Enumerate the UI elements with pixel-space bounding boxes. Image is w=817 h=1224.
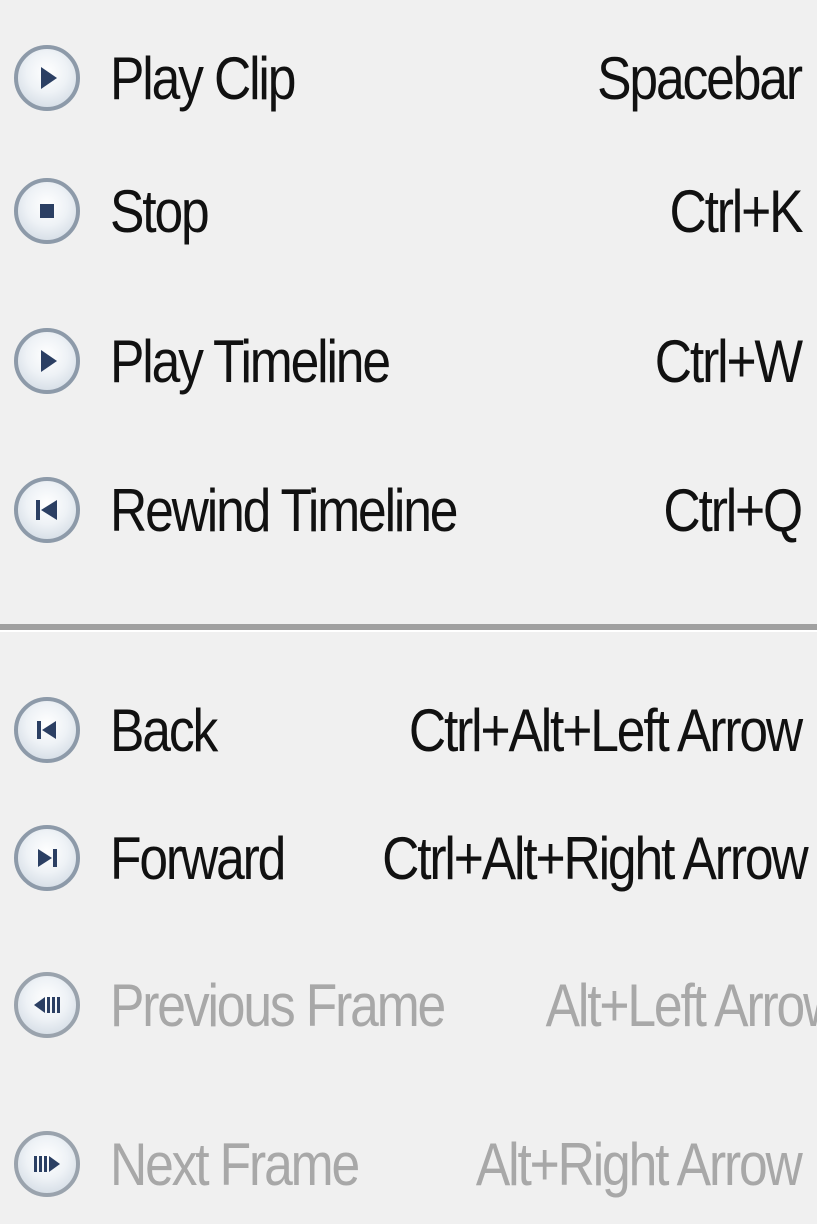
menu-item-rewind-timeline[interactable]: Rewind Timeline Ctrl+Q xyxy=(0,450,817,570)
menu-item-label: Back xyxy=(110,696,218,764)
menu-item-label: Previous Frame xyxy=(110,971,446,1039)
menu-item-next-frame[interactable]: Next Frame Alt+Right Arrow xyxy=(0,1104,817,1224)
menu-item-shortcut: Alt+Left Arrow xyxy=(546,971,817,1039)
menu-item-shortcut: Ctrl+W xyxy=(654,327,803,395)
menu-item-label: Play Timeline xyxy=(110,327,391,395)
menu-item-forward[interactable]: Forward Ctrl+Alt+Right Arrow xyxy=(0,798,817,918)
menu-item-shortcut: Ctrl+Alt+Left Arrow xyxy=(408,696,803,764)
menu-item-label: Next Frame xyxy=(110,1130,360,1198)
stop-icon xyxy=(14,178,80,244)
menu-separator xyxy=(0,624,817,632)
menu-item-previous-frame[interactable]: Previous Frame Alt+Left Arrow xyxy=(0,945,817,1065)
playback-menu: Play Clip Spacebar Stop Ctrl+K Play Time… xyxy=(0,0,817,1224)
menu-item-label: Stop xyxy=(110,177,210,245)
menu-item-play-clip[interactable]: Play Clip Spacebar xyxy=(0,18,817,138)
next-frame-icon xyxy=(14,1131,80,1197)
menu-item-shortcut: Ctrl+Alt+Right Arrow xyxy=(381,824,809,892)
menu-item-play-timeline[interactable]: Play Timeline Ctrl+W xyxy=(0,301,817,421)
menu-item-label: Play Clip xyxy=(110,44,296,112)
menu-item-shortcut: Ctrl+K xyxy=(669,177,803,245)
forward-icon xyxy=(14,825,80,891)
menu-item-label: Rewind Timeline xyxy=(110,476,458,544)
play-icon xyxy=(14,328,80,394)
back-icon xyxy=(14,697,80,763)
menu-item-back[interactable]: Back Ctrl+Alt+Left Arrow xyxy=(0,670,817,790)
menu-item-label: Forward xyxy=(110,824,286,892)
menu-item-stop[interactable]: Stop Ctrl+K xyxy=(0,151,817,271)
rewind-icon xyxy=(14,477,80,543)
menu-item-shortcut: Ctrl+Q xyxy=(663,476,803,544)
previous-frame-icon xyxy=(14,972,80,1038)
menu-item-shortcut: Spacebar xyxy=(597,44,803,112)
menu-item-shortcut: Alt+Right Arrow xyxy=(476,1130,803,1198)
play-icon xyxy=(14,45,80,111)
